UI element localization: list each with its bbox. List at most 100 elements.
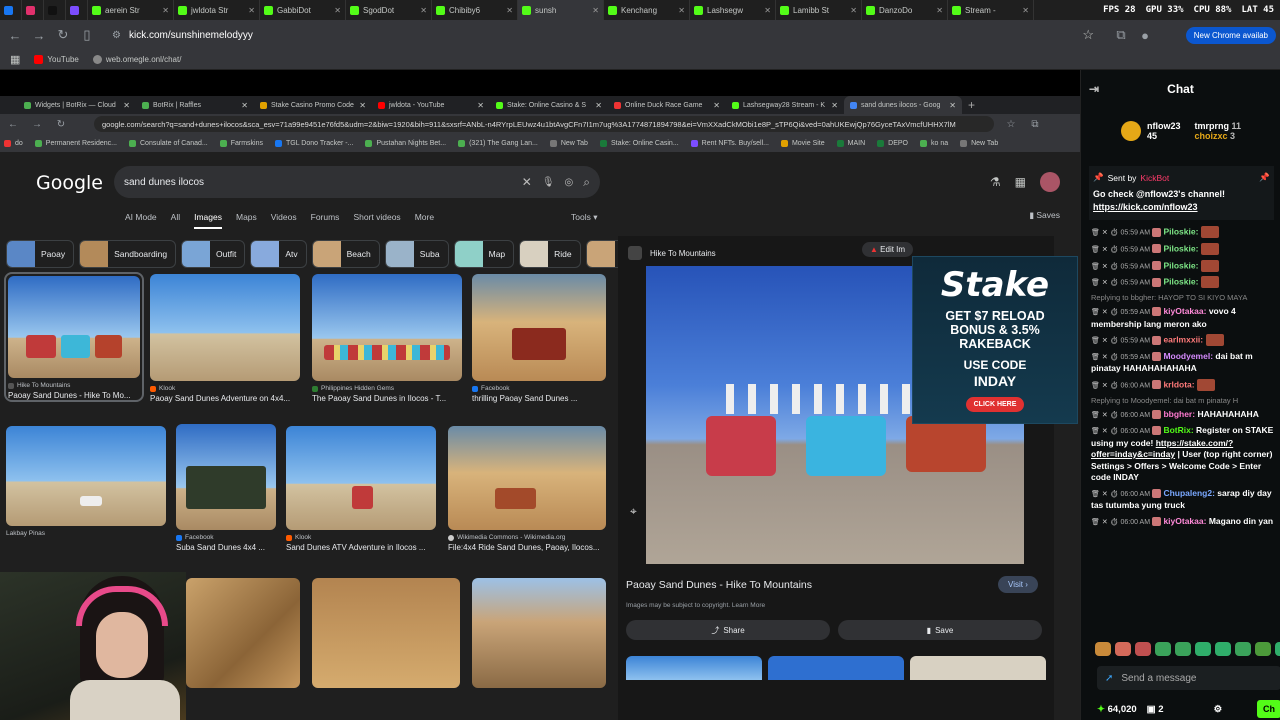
username[interactable]: kiyOtakaa: (1163, 306, 1206, 316)
username[interactable]: earlmxxii: (1163, 334, 1203, 344)
result-thumbnail[interactable] (150, 274, 300, 381)
image-result[interactable]: Facebook Suba Sand Dunes 4x4 ... (176, 424, 276, 564)
chat-message[interactable]: 🗑 ✕ ⏱ 05:59 AM kiyOtakaa: vovo 4 members… (1081, 304, 1280, 332)
result-thumbnail[interactable] (6, 426, 166, 526)
pinned-link[interactable]: https://kick.com/nflow23 (1093, 202, 1198, 212)
visit-button[interactable]: Visit › (998, 576, 1038, 593)
chat-message[interactable]: 🗑 ✕ ⏱ 05:59 AM Moodyemel: dai bat m pina… (1081, 349, 1280, 377)
points-badge[interactable]: ✦ 64,020 (1097, 704, 1137, 715)
chat-message[interactable]: 🗑 ✕ ⏱ 05:59 AM Piloskie: (1081, 274, 1280, 291)
inner-tab[interactable]: sand dunes ilocos - Goog ✕ (844, 96, 962, 114)
emote-icon[interactable] (1115, 642, 1131, 656)
preview-source[interactable]: Hike To Mountains (628, 246, 716, 260)
search-icon[interactable]: ⌕ (583, 175, 590, 190)
inner-bookmark[interactable]: Stake: Online Casin... (599, 139, 679, 147)
tab-close-icon[interactable]: ✕ (595, 101, 602, 110)
sidebar-icon[interactable]: ▯ (80, 27, 94, 43)
chat-message[interactable]: 🗑 ✕ ⏱ 06:00 AM krldota: (1081, 377, 1280, 394)
inner-bookmark[interactable]: Movie Site (780, 139, 825, 147)
image-result[interactable]: Klook Paoay Sand Dunes Adventure on 4x4.… (150, 274, 300, 404)
mod-actions-icon[interactable]: 🗑 ✕ ⏱ (1091, 309, 1120, 316)
image-result[interactable]: Wikimedia Commons - Wikimedia.org File:4… (448, 426, 606, 566)
gifter[interactable]: choizxc 3 (1195, 131, 1242, 141)
inner-reload-icon[interactable]: ↻ (54, 119, 68, 130)
refine-chip[interactable]: Sandboarding (79, 240, 177, 268)
inner-bookmark[interactable]: (321) The Gang Lan... (458, 139, 538, 147)
inner-star-icon[interactable]: ☆ (1004, 119, 1018, 130)
outer-tab[interactable]: aerein Str ✕ (88, 0, 174, 20)
sender-name[interactable]: KickBot (1140, 173, 1169, 183)
image-result[interactable] (472, 578, 606, 688)
inner-bookmark[interactable]: New Tab (960, 139, 998, 147)
related-thumb[interactable] (910, 656, 1046, 680)
inner-bookmark[interactable]: DEPO (877, 139, 908, 147)
outer-tab[interactable]: Chibiby6 ✕ (432, 0, 518, 20)
image-result[interactable] (186, 578, 300, 688)
refine-chip[interactable]: Ride (519, 240, 581, 268)
outer-tab[interactable] (66, 0, 88, 20)
image-result[interactable]: Klook Sand Dunes ATV Adventure in Ilocos… (286, 426, 436, 566)
lens-search-icon[interactable]: ⌖ (630, 504, 637, 519)
forward-icon[interactable]: → (32, 28, 46, 43)
chat-message[interactable]: 🗑 ✕ ⏱ 06:00 AM kiyOtakaa: Magano din yan (1081, 514, 1280, 531)
result-thumbnail[interactable] (8, 276, 140, 378)
collapse-chat-icon[interactable]: ⇥ (1089, 82, 1099, 96)
inner-tab[interactable]: jwldota - YouTube ✕ (372, 96, 490, 114)
edit-image-button[interactable]: ▲ Edit Im (862, 242, 914, 257)
inner-tab[interactable]: Widgets | BotRix — Cloud ✕ (18, 96, 136, 114)
clear-icon[interactable]: ✕ (522, 175, 532, 189)
tab-close-icon[interactable]: ✕ (678, 6, 685, 15)
emote-icon[interactable] (1235, 642, 1251, 656)
profile-icon[interactable]: ● (1138, 28, 1152, 43)
gifter[interactable]: tmrprng 11 (1195, 121, 1242, 131)
chat-message[interactable]: 🗑 ✕ ⏱ 06:00 AM BotRix: Register on STAKE… (1081, 423, 1280, 486)
emote-icon[interactable] (1135, 642, 1151, 656)
viewers-badge[interactable]: ▣ 2 (1147, 704, 1164, 715)
refine-chip[interactable]: Outfit (181, 240, 246, 268)
chat-message[interactable]: 🗑 ✕ ⏱ 05:59 AM earlmxxii: (1081, 332, 1280, 349)
tab-close-icon[interactable]: ✕ (850, 6, 857, 15)
outer-tab[interactable]: SgodDot ✕ (346, 0, 432, 20)
image-result[interactable]: Facebook thrilling Paoay Sand Dunes ... (472, 274, 606, 404)
preview-caption[interactable]: Paoay Sand Dunes - Hike To Mountains (626, 579, 812, 591)
refine-chip[interactable]: Phot (585, 240, 618, 268)
bookmark-omegle[interactable]: web.omegle.onl/chat/ (92, 55, 181, 64)
inner-extension-icon[interactable]: ⧉ (1028, 119, 1042, 130)
tab-close-icon[interactable]: ✕ (334, 6, 341, 15)
inner-bookmark[interactable]: TGL Dono Tracker -... (275, 139, 353, 147)
inner-forward-icon[interactable]: → (30, 119, 44, 130)
result-title[interactable]: Suba Sand Dunes 4x4 ... (176, 543, 276, 552)
refine-chip[interactable]: Paoay (6, 240, 75, 268)
tab-close-icon[interactable]: ✕ (359, 101, 366, 110)
result-thumbnail[interactable] (186, 578, 300, 688)
inner-bookmark[interactable]: Rent NFTs. Buy/sell... (690, 139, 769, 147)
tab-close-icon[interactable]: ✕ (162, 6, 169, 15)
username[interactable]: Piloskie: (1163, 226, 1198, 236)
inner-bookmark[interactable]: New Tab (549, 139, 588, 147)
result-title[interactable]: thrilling Paoay Sand Dunes ... (472, 394, 606, 403)
chat-message[interactable]: 🗑 ✕ ⏱ 05:59 AM Piloskie: (1081, 241, 1280, 258)
result-thumbnail[interactable] (312, 578, 460, 688)
inner-tab[interactable]: BotRix | Raffles ✕ (136, 96, 254, 114)
inner-tab[interactable]: Lashsegway28 Stream - K ✕ (726, 96, 844, 114)
tab-close-icon[interactable]: ✕ (713, 101, 720, 110)
google-logo[interactable]: Google (36, 172, 103, 194)
mod-actions-icon[interactable]: 🗑 ✕ ⏱ (1091, 428, 1120, 435)
mod-actions-icon[interactable]: 🗑 ✕ ⏱ (1091, 519, 1120, 526)
inner-bookmark[interactable]: Pustahan Nights Bet... (365, 139, 446, 147)
bookmark-youtube[interactable]: YouTube (34, 55, 79, 64)
share-button[interactable]: ⤴ Share (626, 620, 830, 640)
tab-close-icon[interactable]: ✕ (936, 6, 943, 15)
gifter[interactable]: nflow23 45 (1147, 121, 1181, 141)
account-avatar[interactable] (1040, 172, 1060, 192)
chat-send-button[interactable]: Ch (1257, 700, 1280, 718)
tools-dropdown[interactable]: Tools ▾ (571, 212, 597, 223)
emote-icon[interactable] (1195, 642, 1211, 656)
emote-icon[interactable] (1155, 642, 1171, 656)
chat-message[interactable]: 🗑 ✕ ⏱ 05:59 AM Piloskie: (1081, 224, 1280, 241)
tab-close-icon[interactable]: ✕ (949, 101, 956, 110)
tab-close-icon[interactable]: ✕ (477, 101, 484, 110)
nav-tab-ai-mode[interactable]: AI Mode (125, 212, 157, 229)
username[interactable]: kiyOtakaa: (1163, 516, 1206, 526)
result-title[interactable]: The Paoay Sand Dunes in Ilocos - T... (312, 394, 462, 403)
